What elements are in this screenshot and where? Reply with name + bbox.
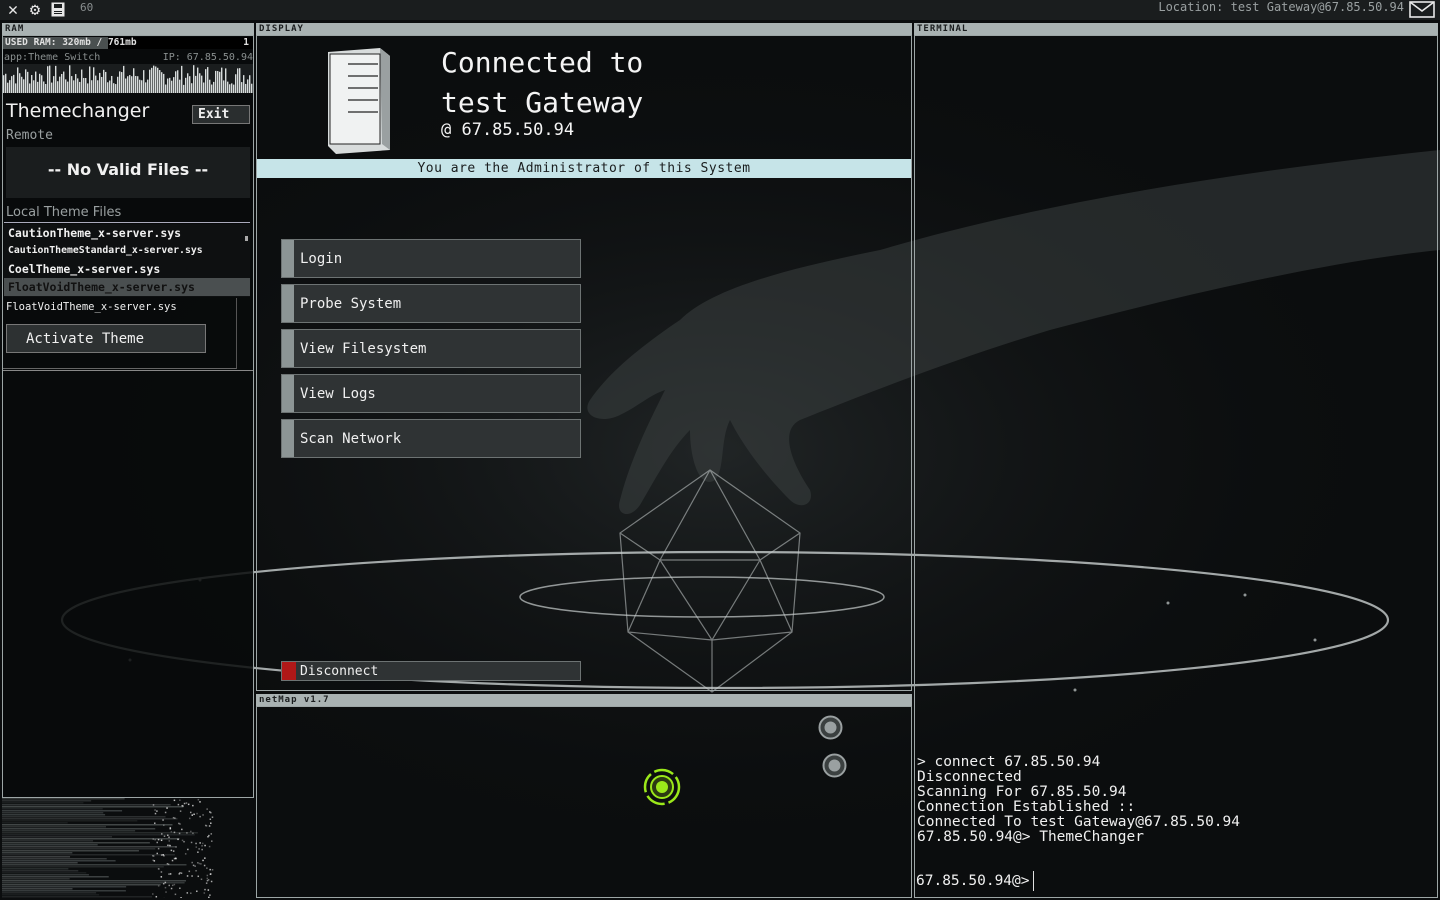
- terminal-line: Scanning For 67.85.50.94: [917, 784, 1127, 800]
- location-label: Location: test Gateway@67.85.50.94: [1158, 0, 1404, 14]
- netmap-node-connected[interactable]: [642, 767, 682, 807]
- button-label: View Filesystem: [300, 341, 427, 357]
- connected-heading-line1: Connected to: [441, 46, 644, 79]
- terminal-output: > connect 67.85.50.94 Disconnected Scann…: [917, 755, 1437, 845]
- button-label: Scan Network: [300, 431, 402, 447]
- save-icon[interactable]: [51, 2, 65, 17]
- ram-panel-header: RAM: [2, 23, 254, 35]
- local-theme-files-label: Local Theme Files: [6, 205, 122, 220]
- mail-icon[interactable]: [1409, 1, 1435, 18]
- terminal-caret: [1033, 871, 1034, 891]
- divider: [3, 370, 253, 371]
- button-strip: [282, 420, 294, 457]
- waveform-graphic: [3, 64, 253, 93]
- netmap-panel: [256, 706, 912, 898]
- process-count: 1: [243, 37, 249, 48]
- login-button[interactable]: Login: [281, 239, 581, 278]
- fps-counter: 60: [80, 1, 94, 14]
- activate-theme-button[interactable]: Activate Theme: [6, 324, 206, 353]
- disconnect-button[interactable]: Disconnect: [281, 661, 581, 681]
- no-valid-files-box: -- No Valid Files --: [6, 147, 250, 198]
- terminal-line: Connection Established ::: [917, 799, 1136, 815]
- probe-system-button[interactable]: Probe System: [281, 284, 581, 323]
- selected-file-label: FloatVoidTheme_x-server.sys: [6, 301, 177, 313]
- exit-button[interactable]: Exit: [192, 105, 250, 124]
- terminal-line: Disconnected: [917, 769, 1022, 785]
- connected-heading-line2: test Gateway: [441, 86, 644, 119]
- theme-file-item-selected[interactable]: FloatVoidTheme_x-server.sys: [4, 278, 250, 296]
- view-filesystem-button[interactable]: View Filesystem: [281, 329, 581, 368]
- close-icon[interactable]: ✕: [4, 1, 22, 19]
- theme-file-item[interactable]: CoelTheme_x-server.sys: [4, 260, 250, 278]
- button-label: Probe System: [300, 296, 402, 312]
- divider: [4, 222, 250, 223]
- terminal-line: 67.85.50.94@> ThemeChanger: [917, 829, 1144, 845]
- button-label: View Logs: [300, 386, 376, 402]
- theme-file-item[interactable]: CautionThemeStandard_x-server.sys: [4, 242, 250, 260]
- disconnect-strip: [282, 662, 296, 680]
- netmap-panel-header: netMap v1.7: [256, 694, 912, 706]
- button-label: Login: [300, 251, 343, 267]
- button-strip: [282, 330, 294, 367]
- ram-usage-bar: USED RAM: 320mb / 761mb 1: [3, 37, 253, 49]
- app-bar: app:Theme Switch IP: 67.85.50.94: [3, 52, 253, 64]
- server-icon: [328, 48, 390, 154]
- terminal-line: Connected To test Gateway@67.85.50.94: [917, 814, 1241, 830]
- button-label: Disconnect: [300, 664, 379, 679]
- scan-network-button[interactable]: Scan Network: [281, 419, 581, 458]
- app-name: app:Theme Switch: [4, 52, 101, 63]
- terminal-panel-header: TERMINAL: [914, 23, 1438, 35]
- app-ip: IP: 67.85.50.94: [162, 52, 253, 63]
- view-logs-button[interactable]: View Logs: [281, 374, 581, 413]
- remote-label: Remote: [6, 128, 53, 143]
- button-strip: [282, 240, 294, 277]
- display-panel-header: DISPLAY: [256, 23, 912, 35]
- netmap-node[interactable]: [821, 752, 848, 779]
- theme-file-item[interactable]: CautionTheme_x-server.sys: [4, 224, 250, 242]
- themechanger-title: Themechanger: [6, 100, 150, 122]
- terminal-prompt[interactable]: 67.85.50.94@>: [916, 873, 1030, 889]
- connected-ip: @ 67.85.50.94: [441, 120, 575, 140]
- theme-file-list[interactable]: CautionTheme_x-server.sys CautionThemeSt…: [4, 224, 250, 297]
- file-list-scrollbar[interactable]: [245, 236, 248, 241]
- netmap-node[interactable]: [817, 714, 844, 741]
- button-strip: [282, 285, 294, 322]
- gear-icon[interactable]: ⚙: [26, 1, 44, 19]
- static-noise-graphic: [2, 798, 214, 898]
- button-strip: [282, 375, 294, 412]
- ram-usage-text: USED RAM: 320mb / 761mb: [5, 37, 137, 48]
- terminal-line: > connect 67.85.50.94: [917, 754, 1101, 770]
- admin-banner: You are the Administrator of this System: [257, 159, 911, 178]
